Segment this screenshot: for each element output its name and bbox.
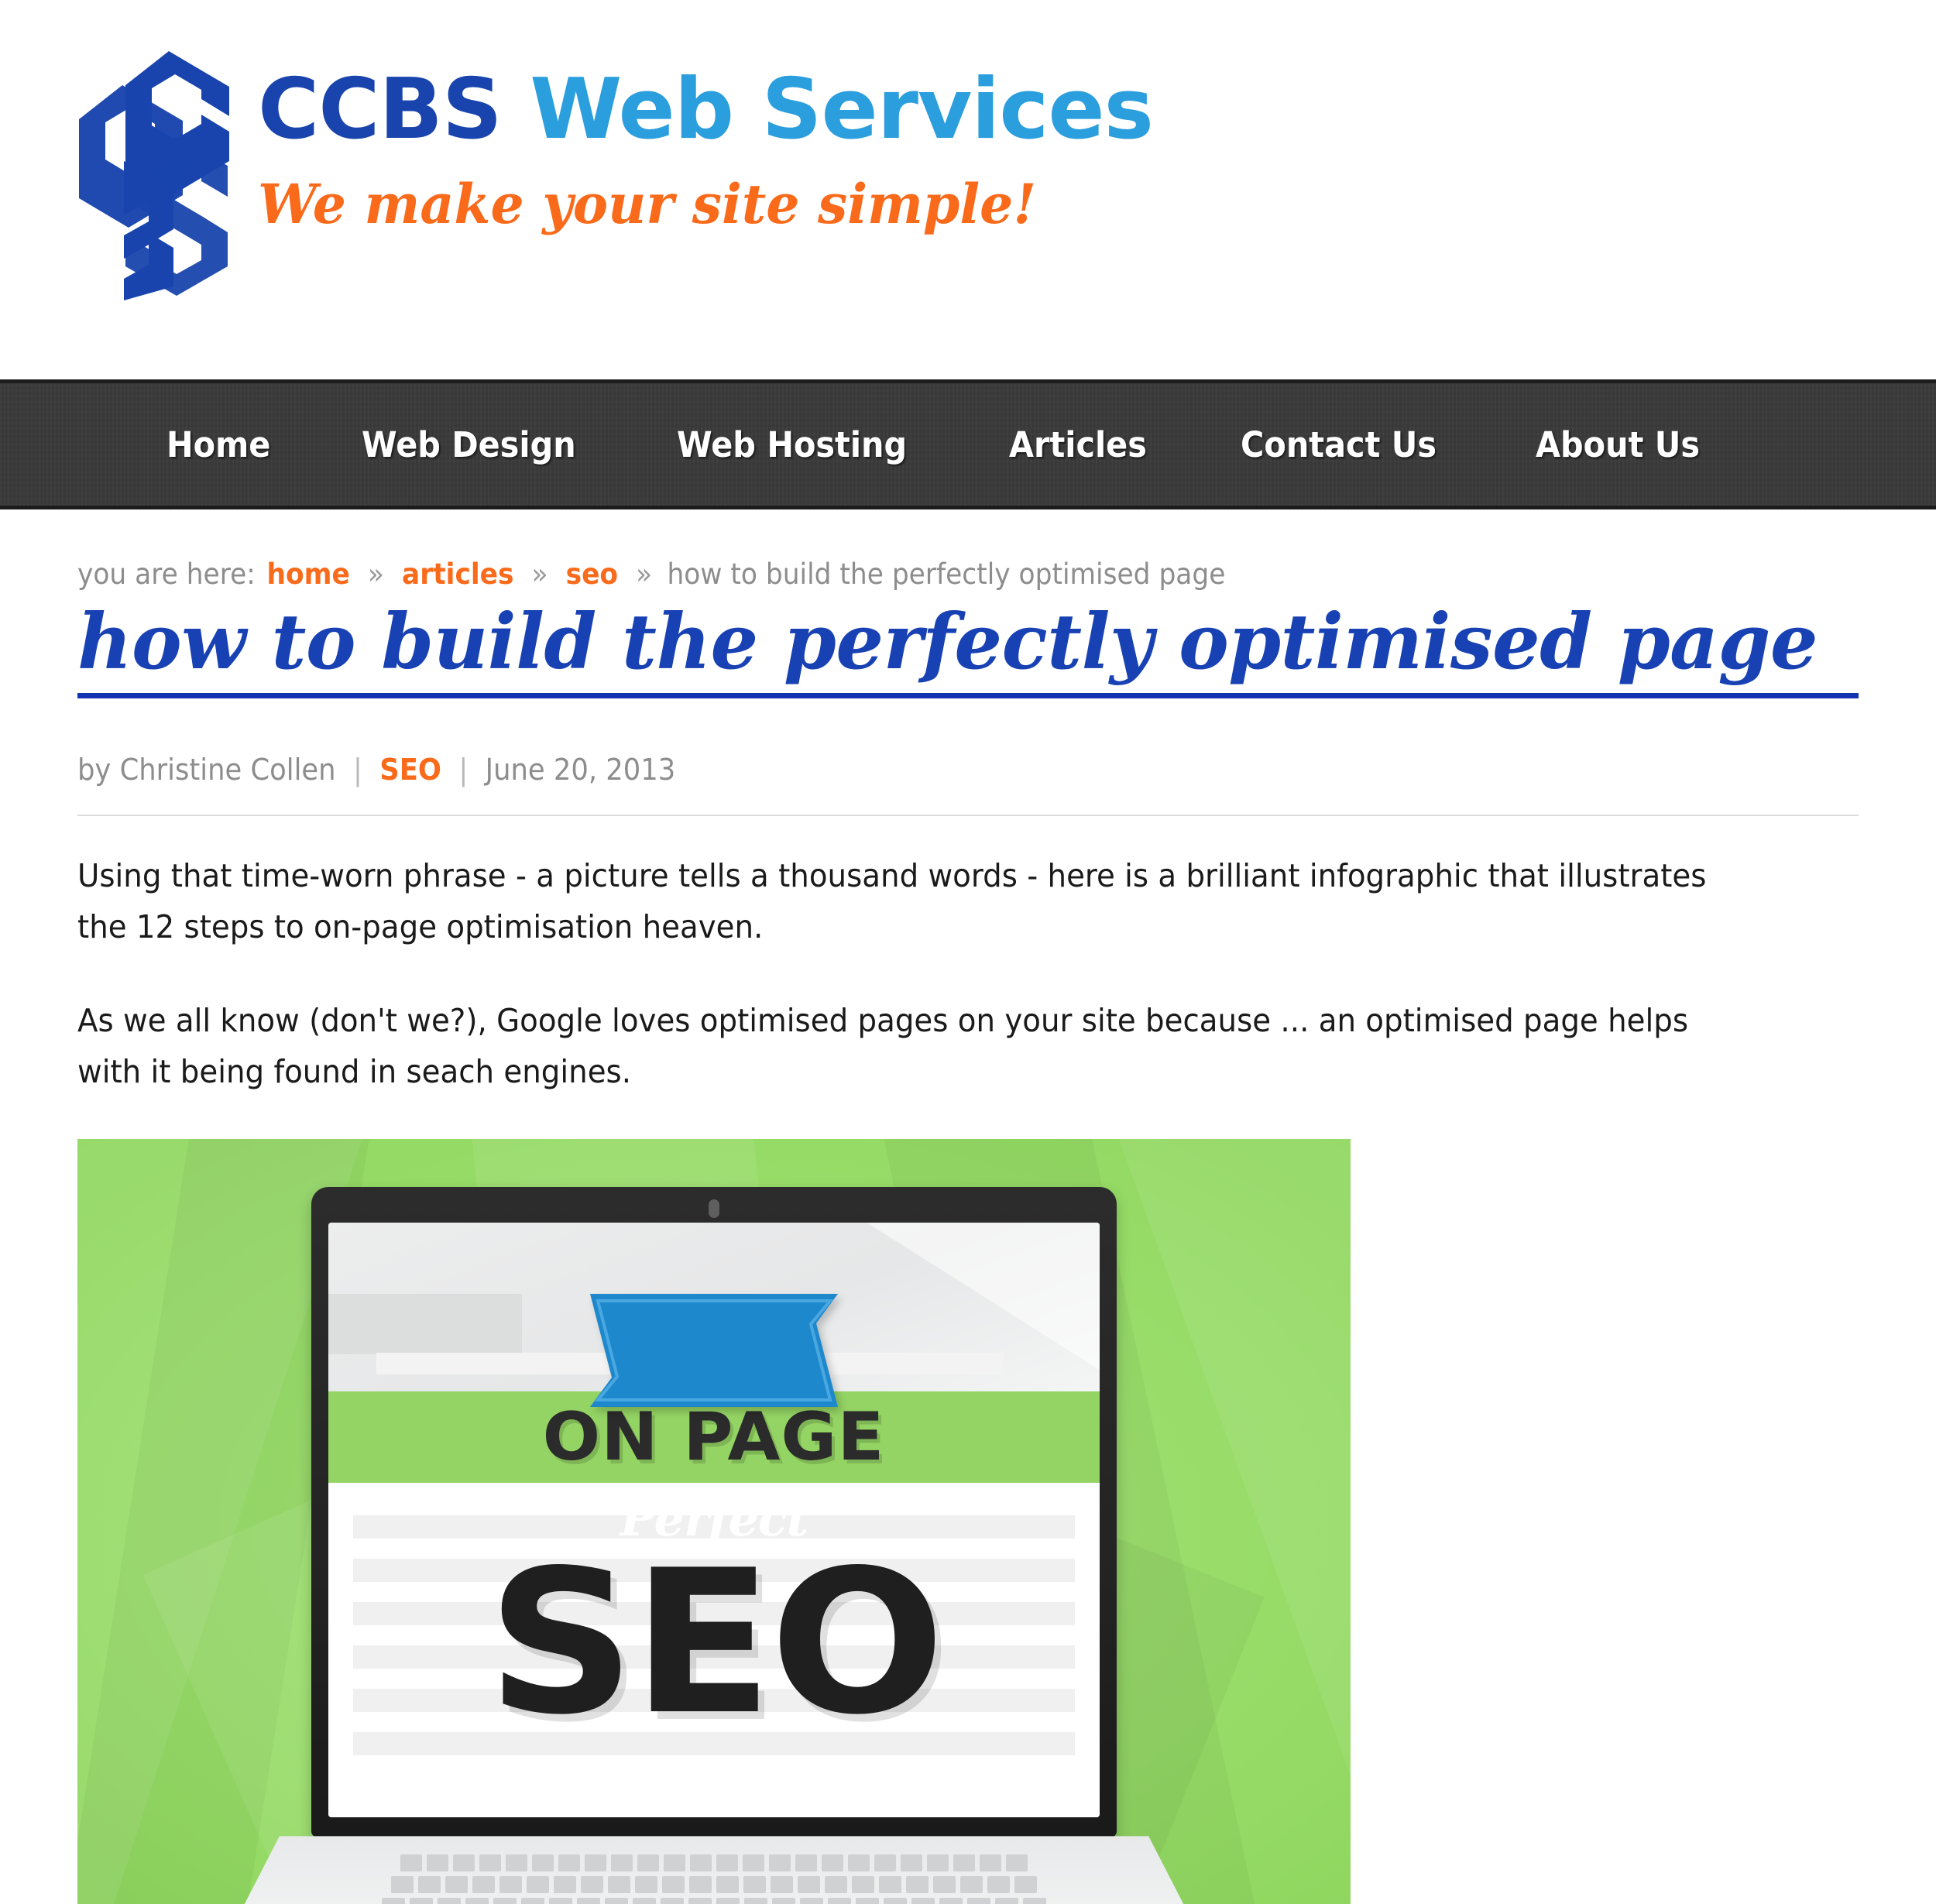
site-tagline: We make your site simple! bbox=[258, 172, 1037, 236]
screen-bottom-area: SEO bbox=[328, 1483, 1100, 1818]
byline-author: by Christine Collen bbox=[77, 752, 336, 787]
page-root: CCBS Web Services We make your site simp… bbox=[0, 0, 1936, 1904]
main-navigation: Home Web Design Web Hosting Articles Con… bbox=[0, 379, 1936, 509]
nav-item-web-design[interactable]: Web Design bbox=[362, 424, 576, 465]
byline-divider bbox=[77, 814, 1859, 816]
keyboard-row bbox=[249, 1898, 1179, 1904]
site-header: CCBS Web Services We make your site simp… bbox=[0, 0, 1936, 379]
article-paragraph-1: Using that time-worn phrase - a picture … bbox=[77, 856, 1707, 946]
on-page-seo-infographic: ON PAGE SEO Perfect bbox=[77, 1139, 1351, 1904]
byline-category[interactable]: SEO bbox=[379, 753, 441, 787]
nav-item-contact-us[interactable]: Contact Us bbox=[1241, 424, 1437, 465]
site-logo[interactable]: CCBS Web Services We make your site simp… bbox=[77, 31, 1154, 300]
ccbs-monogram-icon bbox=[77, 45, 236, 300]
byline-separator-2: | bbox=[458, 752, 469, 787]
laptop-keyboard bbox=[249, 1854, 1179, 1904]
breadcrumb-separator-1: » bbox=[367, 557, 384, 591]
logo-text: CCBS Web Services We make your site simp… bbox=[258, 31, 1154, 237]
breadcrumb-link-home[interactable]: home bbox=[267, 557, 350, 591]
main-content: you are here: home » articles » seo » ho… bbox=[0, 557, 1936, 1904]
headline-seo: SEO bbox=[486, 1528, 945, 1759]
screen-grey-card bbox=[328, 1294, 522, 1355]
article-byline: by Christine Collen | SEO | June 20, 201… bbox=[77, 753, 1734, 787]
breadcrumb-separator-2: » bbox=[531, 557, 548, 591]
site-title: CCBS Web Services bbox=[258, 68, 1154, 152]
perfect-ribbon-icon bbox=[590, 1294, 838, 1408]
nav-item-home[interactable]: Home bbox=[166, 424, 270, 465]
breadcrumb: you are here: home » articles » seo » ho… bbox=[77, 557, 1734, 591]
breadcrumb-current: how to build the perfectly optimised pag… bbox=[667, 557, 1226, 591]
nav-item-web-hosting[interactable]: Web Hosting bbox=[677, 424, 907, 465]
laptop-base bbox=[168, 1836, 1260, 1904]
laptop-illustration: ON PAGE SEO Perfect bbox=[311, 1187, 1117, 1838]
keyboard-row bbox=[249, 1876, 1179, 1894]
breadcrumb-separator-3: » bbox=[636, 557, 653, 591]
laptop-screen: ON PAGE SEO Perfect bbox=[328, 1223, 1100, 1818]
site-title-webservices: Web Services bbox=[530, 61, 1154, 158]
byline-separator-1: | bbox=[352, 752, 362, 787]
webcam-icon bbox=[709, 1199, 719, 1219]
headline-on-page: ON PAGE bbox=[543, 1398, 885, 1477]
nav-item-about-us[interactable]: About Us bbox=[1536, 424, 1700, 465]
article-body: Using that time-worn phrase - a picture … bbox=[77, 850, 1859, 1098]
breadcrumb-link-seo[interactable]: seo bbox=[566, 557, 618, 591]
article-paragraph-2: As we all know (don't we?), Google loves… bbox=[77, 1001, 1689, 1090]
byline-date: June 20, 2013 bbox=[485, 752, 676, 787]
nav-item-articles[interactable]: Articles bbox=[1009, 424, 1147, 465]
laptop-lid: ON PAGE SEO Perfect bbox=[311, 1187, 1117, 1838]
page-title: how to build the perfectly optimised pag… bbox=[77, 598, 1818, 687]
keyboard-row bbox=[249, 1854, 1179, 1872]
site-title-ccbs: CCBS bbox=[258, 61, 503, 158]
title-underline bbox=[77, 692, 1859, 698]
breadcrumb-link-articles[interactable]: articles bbox=[402, 557, 513, 591]
breadcrumb-prefix: you are here: bbox=[77, 557, 256, 591]
